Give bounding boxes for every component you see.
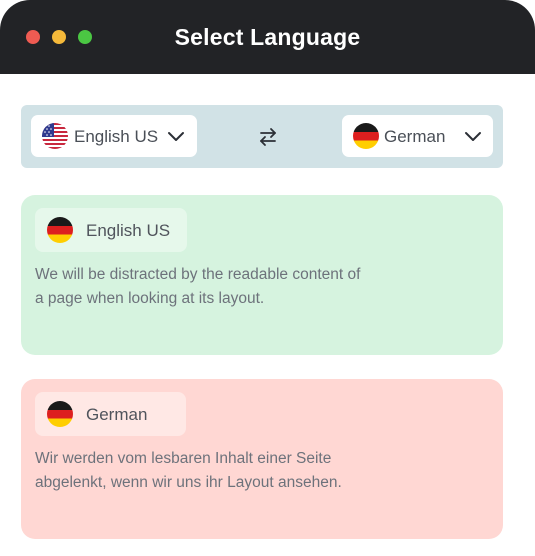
us-flag-icon xyxy=(42,123,68,149)
swap-arrows-icon[interactable] xyxy=(257,127,279,147)
source-language-label: English US xyxy=(74,127,159,146)
target-card-language: German xyxy=(86,405,148,424)
translated-text-line-2: abgelenkt, wenn wir uns ihr Layout anseh… xyxy=(35,474,342,491)
source-text-card: English US We will be distracted by the … xyxy=(21,195,503,355)
source-language-badge[interactable]: English US xyxy=(35,208,187,252)
chevron-down-icon xyxy=(167,129,185,143)
language-selector-bar: English US German xyxy=(21,105,503,168)
germany-flag-icon xyxy=(353,123,379,149)
translated-text-line-1: Wir werden vom lesbaren Inhalt einer Sei… xyxy=(35,450,332,467)
target-language-label: German xyxy=(384,127,446,146)
germany-flag-icon xyxy=(47,217,73,243)
source-text-line-2: a page when looking at its layout. xyxy=(35,290,265,307)
target-language-badge[interactable]: German xyxy=(35,392,186,436)
translated-text[interactable]: Wir werden vom lesbaren Inhalt einer Sei… xyxy=(35,447,455,495)
target-language-dropdown[interactable]: German xyxy=(342,115,493,157)
chevron-down-icon xyxy=(464,129,482,143)
source-text[interactable]: We will be distracted by the readable co… xyxy=(35,263,455,311)
window-title: Select Language xyxy=(174,24,361,50)
title-bar: Select Language xyxy=(0,0,535,74)
source-text-line-1: We will be distracted by the readable co… xyxy=(35,266,361,283)
source-language-dropdown[interactable]: English US xyxy=(31,115,197,157)
germany-flag-icon xyxy=(47,401,73,427)
translated-text-card: German Wir werden vom lesbaren Inhalt ei… xyxy=(21,379,503,539)
source-card-language: English US xyxy=(86,221,171,240)
